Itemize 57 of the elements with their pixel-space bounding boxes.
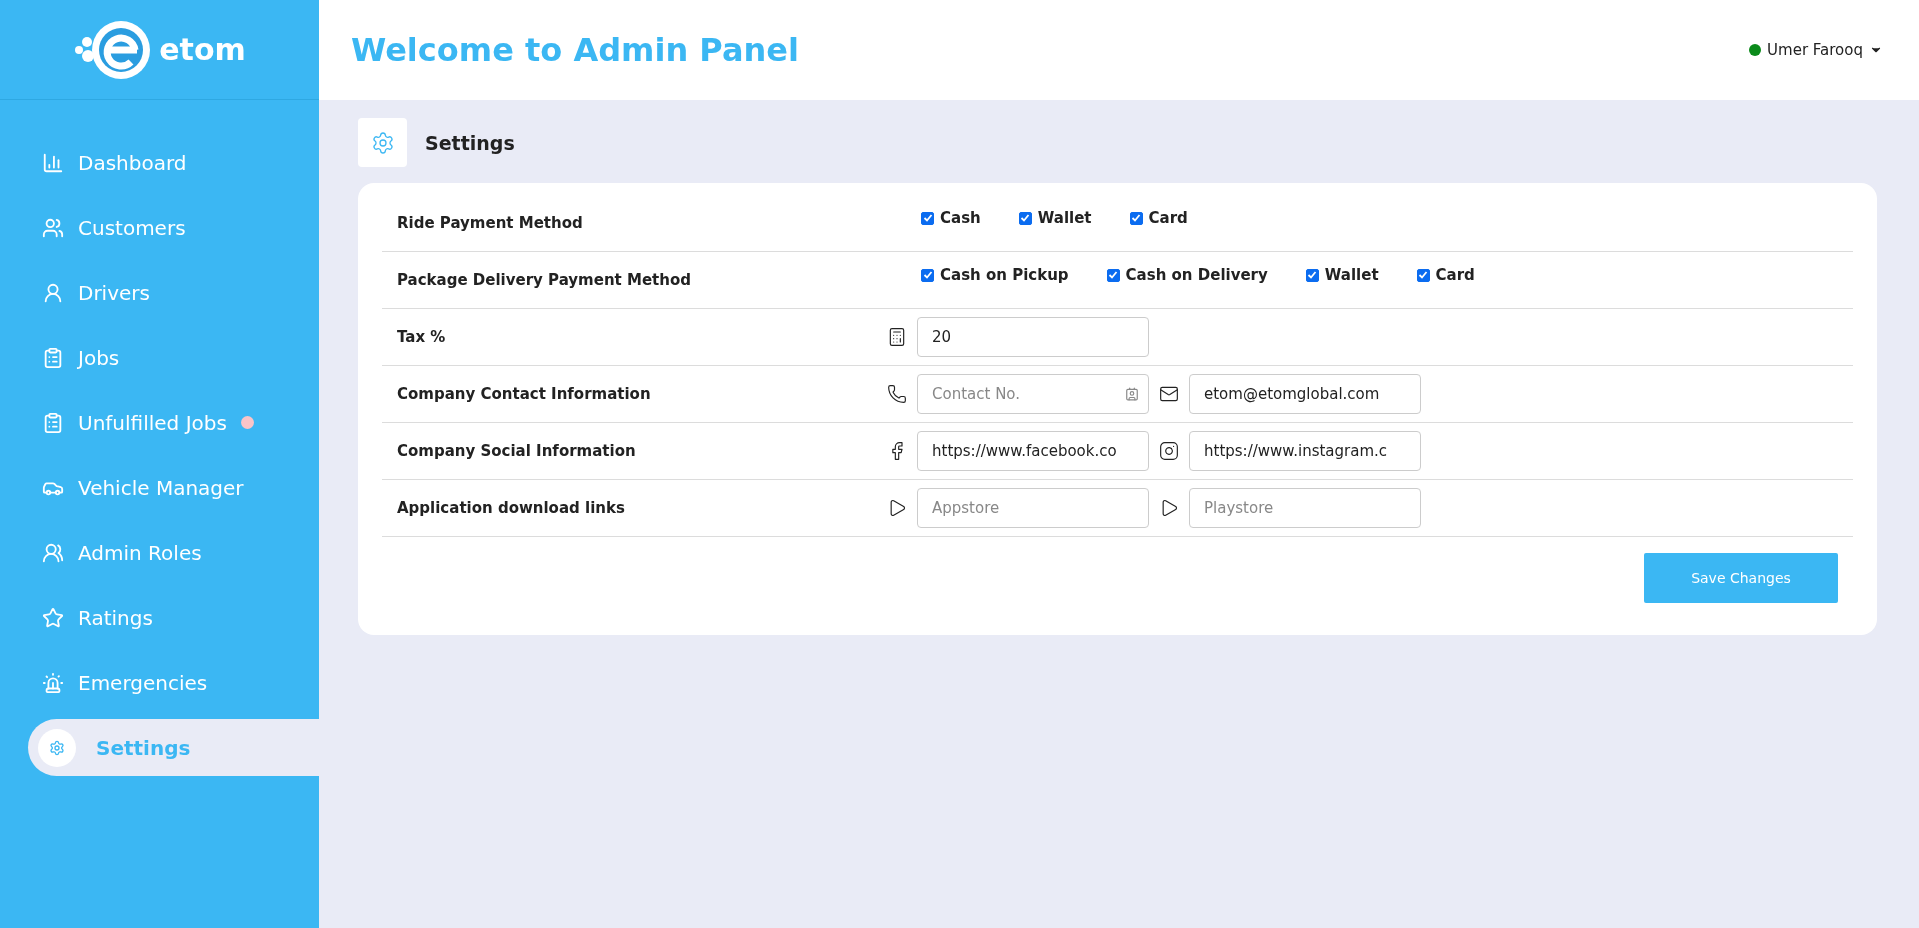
siren-icon [42,671,64,694]
checkbox[interactable] [1305,268,1319,282]
nav-label: Jobs [78,345,120,370]
instagram-icon [1159,441,1179,461]
payment-option[interactable]: Wallet [1305,266,1379,284]
input-field[interactable]: https://www.facebook.co [917,431,1149,471]
clipboard-icon [42,411,64,434]
input-field[interactable]: etom@etomglobal.com [1189,374,1421,414]
page-heading: Welcome to Admin Panel [351,31,799,69]
payment-option[interactable]: Wallet [1018,209,1092,227]
settings-icon [38,728,76,767]
nav-label: Customers [78,215,186,240]
user-menu[interactable]: Umer Farooq [1749,41,1883,59]
nav-label: Admin Roles [78,540,202,565]
nav-label: Drivers [78,280,150,305]
checkbox[interactable] [921,211,934,225]
payment-option[interactable]: Card [1416,266,1475,284]
checkbox[interactable] [1106,268,1120,282]
setting-label: Application download links [397,499,626,517]
input-field[interactable]: https://www.instagram.c [1189,431,1421,471]
setting-label: Package Delivery Payment Method [397,271,692,289]
setting-label: Company Contact Information [397,385,652,403]
nav-label: Dashboard [78,150,187,175]
settings-icon [370,130,395,155]
nav-label: Emergencies [78,670,208,695]
bar-chart-icon [42,151,64,174]
mail-icon [1159,384,1179,404]
contact-card-icon [1125,387,1139,401]
payment-option[interactable]: Cash [921,209,981,227]
input-field[interactable]: 20 [917,317,1149,357]
payment-option[interactable]: Card [1129,209,1188,227]
checkbox[interactable] [1129,211,1143,225]
input-field[interactable]: Playstore [1189,488,1421,528]
logo-text: etom [159,32,246,67]
setting-label: Tax % [397,328,447,346]
checkbox[interactable] [1018,211,1032,225]
logo-icon [73,19,152,80]
person-icon [42,281,64,304]
nav-label: Settings [96,735,191,760]
payment-option[interactable]: Cash on Pickup [921,266,1069,284]
setting-label: Ride Payment Method [397,214,584,232]
payment-option[interactable]: Cash on Delivery [1106,266,1268,284]
nav-label: Ratings [78,605,153,630]
group-icon [42,541,64,564]
phone-icon [887,384,907,404]
clipboard-icon [42,346,64,369]
star-icon [42,606,64,629]
nav-label: Vehicle Manager [78,475,244,500]
input-field[interactable]: Contact No. [917,374,1149,414]
section-title: Settings [425,131,515,154]
checkbox[interactable] [1416,268,1430,282]
setting-label: Company Social Information [397,442,637,460]
checkbox[interactable] [921,268,934,282]
input-field[interactable]: Appstore [917,488,1149,528]
calculator-icon [887,327,907,347]
users-icon [42,216,64,239]
nav-label: Unfulfilled Jobs [78,410,227,435]
